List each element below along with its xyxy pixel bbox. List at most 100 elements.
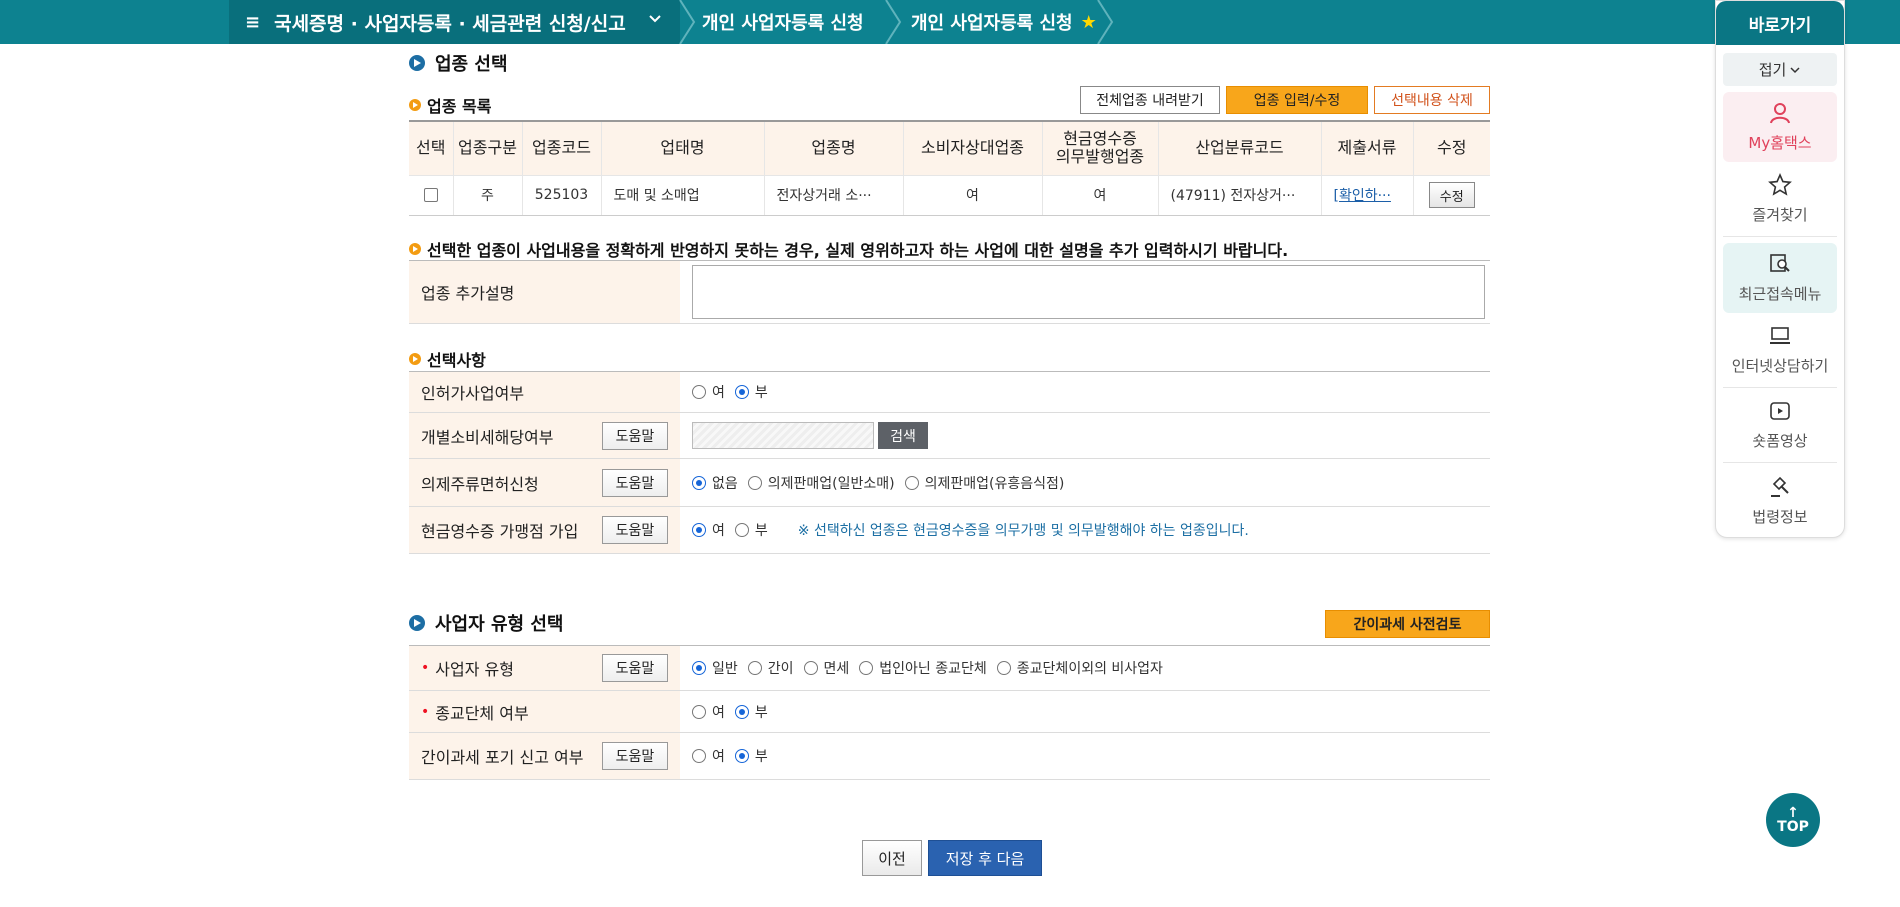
radio-option-no[interactable]: 부 (734, 702, 768, 722)
radio-option-simplified[interactable]: 간이 (747, 658, 794, 678)
radio-option-no[interactable]: 부 (734, 520, 768, 540)
biz-type-table: • 사업자 유형 도움말 일반 간이 면세 법인아닌 종교단체 종교단체이외의 … (409, 645, 1490, 780)
option-row-license: 인허가사업여부 여 부 (409, 372, 1490, 413)
star-icon[interactable]: ★ (1081, 12, 1097, 33)
radio-button[interactable] (904, 475, 919, 490)
radio-option-entertainment[interactable]: 의제판매업(유흥음식점) (904, 473, 1065, 493)
radio-option-general[interactable]: 일반 (692, 658, 738, 678)
help-button[interactable]: 도움말 (602, 742, 668, 770)
quick-shortform-video[interactable]: 숏폼영상 (1723, 388, 1837, 463)
radio-option-none[interactable]: 없음 (692, 473, 738, 493)
save-next-button[interactable]: 저장 후 다음 (928, 840, 1042, 876)
radio-button[interactable] (747, 661, 762, 675)
extra-description-textarea[interactable] (692, 265, 1485, 319)
radio-option-exempt[interactable]: 면세 (803, 658, 849, 678)
quick-law-info[interactable]: 법령정보 (1723, 463, 1837, 538)
extra-description-row: 업종 추가설명 (409, 261, 1490, 324)
radio-label: 부 (754, 523, 768, 539)
breadcrumb-separator-icon (678, 0, 698, 44)
radio-button[interactable] (692, 385, 706, 399)
help-button[interactable]: 도움말 (602, 654, 668, 682)
row-edit-button[interactable]: 수정 (1428, 182, 1475, 208)
cell-name: 전자상거래 소··· (764, 174, 904, 216)
radio-label: 여 (712, 523, 725, 539)
radio-label: 법인아닌 종교단체 (879, 661, 987, 677)
section-arrow-icon (409, 615, 425, 631)
col-header: 산업분류코드 (1158, 121, 1322, 175)
radio-label: 부 (754, 385, 768, 401)
radio-option-non-business[interactable]: 종교단체이외의 비사업자 (996, 658, 1163, 678)
laptop-icon (1770, 327, 1790, 344)
breadcrumb-separator-icon (884, 0, 904, 44)
radio-option-yes[interactable]: 여 (692, 520, 725, 540)
quick-recent-menu[interactable]: 최근접속메뉴 (1723, 243, 1837, 313)
scroll-top-button[interactable]: ↑ TOP (1766, 793, 1820, 847)
radio-button[interactable] (692, 749, 706, 763)
breadcrumb-separator-icon (1096, 0, 1116, 44)
breadcrumb-item[interactable]: 개인 사업자등록 신청 (702, 0, 864, 44)
help-button[interactable]: 도움말 (602, 468, 668, 497)
delete-selection-button[interactable]: 선택내용 삭제 (1374, 86, 1490, 114)
radio-option-yes[interactable]: 여 (692, 382, 725, 402)
radio-label: 의제판매업(유흥음식점) (924, 475, 1065, 492)
simplified-tax-review-button[interactable]: 간이과세 사전검토 (1325, 610, 1490, 638)
docs-link[interactable]: [확인하··· (1334, 188, 1391, 204)
radio-label: 여 (712, 385, 725, 401)
quick-internet-consult[interactable]: 인터넷상담하기 (1723, 313, 1837, 388)
radio-button-selected[interactable] (734, 704, 749, 719)
label-text: 현금영수증 가맹점 가입 (421, 522, 579, 541)
radio-option-yes[interactable]: 여 (692, 702, 725, 722)
radio-label: 의제판매업(일반소매) (767, 475, 895, 492)
radio-button-selected[interactable] (692, 523, 706, 537)
chevron-down-icon (1790, 66, 1800, 73)
radio-button[interactable] (803, 661, 818, 675)
row-checkbox[interactable] (423, 188, 438, 202)
label-text: 간이과세 포기 신고 여부 (421, 748, 584, 767)
help-button[interactable]: 도움말 (602, 516, 668, 544)
section-arrow-icon (409, 55, 425, 71)
help-button[interactable]: 도움말 (602, 421, 668, 450)
quick-label: 법령정보 (1752, 507, 1808, 526)
radio-label: 일반 (712, 661, 738, 677)
radio-button[interactable] (996, 661, 1011, 675)
radio-label: 종교단체이외의 비사업자 (1016, 661, 1163, 677)
excise-input-disabled (692, 422, 874, 449)
option-value: 여 부 (680, 382, 1490, 402)
radio-button[interactable] (692, 704, 706, 719)
radio-option-no[interactable]: 부 (734, 382, 768, 402)
search-button[interactable]: 검색 (878, 422, 928, 449)
download-all-jobs-button[interactable]: 전체업종 내려받기 (1080, 86, 1220, 114)
main-menu-dropdown[interactable]: ≡ 국세증명 · 사업자등록 · 세금관련 신청/신고 (229, 0, 680, 44)
fold-label: 접기 (1758, 61, 1787, 79)
fold-button[interactable]: 접기 (1723, 53, 1837, 86)
biz-type-value: 일반 간이 면세 법인아닌 종교단체 종교단체이외의 비사업자 (680, 658, 1490, 678)
prev-button[interactable]: 이전 (862, 840, 922, 876)
quick-label: 숏폼영상 (1752, 432, 1808, 450)
quick-label: 최근접속메뉴 (1738, 285, 1822, 303)
radio-label: 없음 (712, 475, 738, 492)
quick-my-hometax[interactable]: My홈택스 (1723, 92, 1837, 162)
subsection-title-text: 선택사항 (427, 351, 486, 370)
radio-option-retail[interactable]: 의제판매업(일반소매) (747, 473, 895, 493)
radio-button-selected[interactable] (692, 661, 706, 675)
radio-option-yes[interactable]: 여 (692, 746, 725, 766)
radio-button[interactable] (859, 661, 874, 675)
radio-button-selected[interactable] (734, 385, 749, 399)
person-icon (1770, 103, 1790, 124)
radio-label: 여 (712, 704, 725, 721)
job-input-edit-button[interactable]: 업종 입력/수정 (1226, 86, 1368, 114)
radio-button-selected[interactable] (692, 475, 706, 490)
radio-option-no[interactable]: 부 (734, 746, 768, 766)
col-header-cash: 현금영수증 의무발행업종 (1042, 121, 1159, 175)
radio-button[interactable] (747, 475, 762, 490)
job-table: 선택 업종구분 업종코드 업태명 업종명 소비자상대업종 현금영수증 의무발행업… (409, 120, 1490, 216)
label-text: 의제주류면허신청 (421, 474, 539, 494)
radio-button[interactable] (734, 523, 749, 537)
extra-notice: 선택한 업종이 사업내용을 정확하게 반영하지 못하는 경우, 실제 영위하고자… (409, 237, 1288, 261)
bottom-navigation: 이전 저장 후 다음 (862, 840, 1042, 876)
radio-option-religious[interactable]: 법인아닌 종교단체 (859, 658, 987, 678)
col-header: 소비자상대업종 (903, 121, 1043, 175)
col-header: 업종명 (764, 121, 904, 175)
quick-favorites[interactable]: 즐겨찾기 (1723, 162, 1837, 237)
radio-button-selected[interactable] (734, 749, 749, 763)
